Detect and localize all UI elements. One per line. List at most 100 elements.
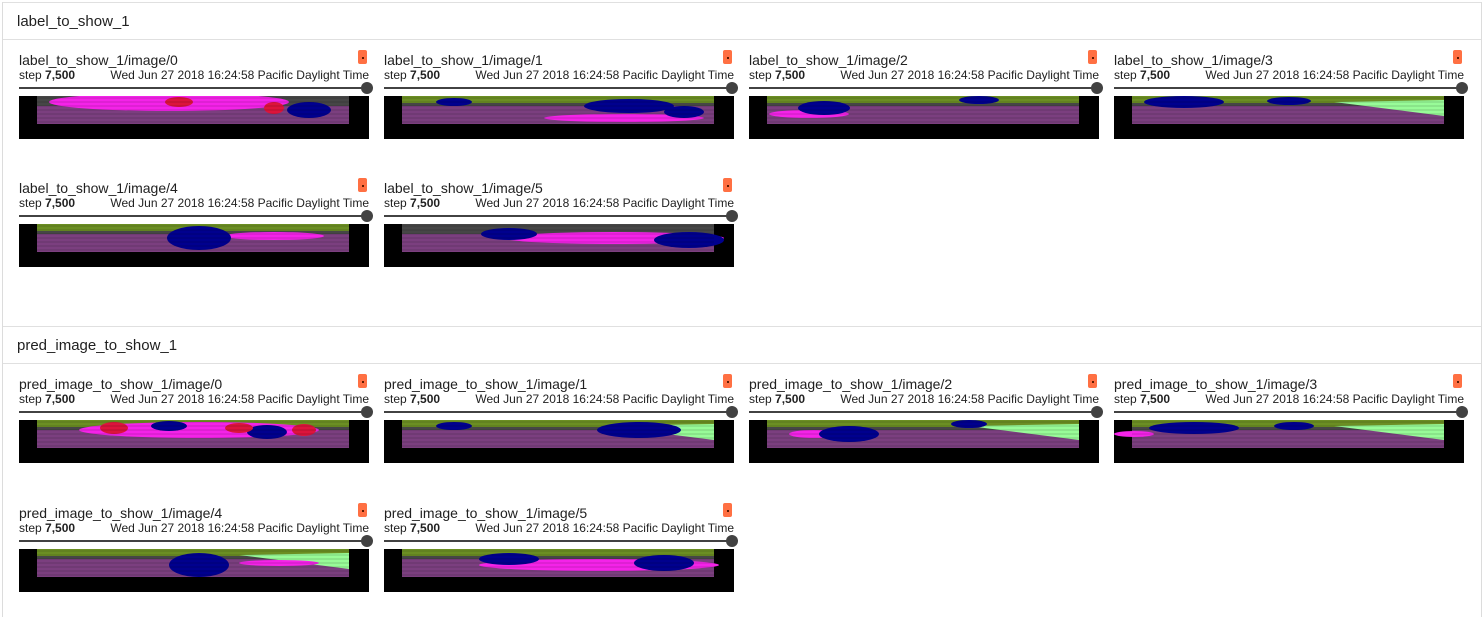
step-slider-knob[interactable] (1091, 406, 1103, 418)
image-card: pred_image_to_show_1/image/3 step 7,500 … (1113, 374, 1468, 496)
image-card: label_to_show_1/image/5 step 7,500 Wed J… (383, 178, 738, 300)
step-slider-track[interactable] (19, 411, 365, 413)
step-slider-knob[interactable] (1091, 82, 1103, 94)
step-info: step 7,500 (19, 521, 75, 535)
step-slider-track[interactable] (1114, 87, 1460, 89)
card-title: pred_image_to_show_1/image/3 (1114, 376, 1318, 392)
segmentation-image[interactable] (19, 96, 369, 139)
card-meta: step 7,500 Wed Jun 27 2018 16:24:58 Paci… (1114, 392, 1464, 406)
segmentation-image[interactable] (1114, 96, 1464, 139)
step-label: step (384, 68, 407, 82)
timestamp: Wed Jun 27 2018 16:24:58 Pacific Dayligh… (840, 68, 1099, 82)
segmentation-image[interactable] (19, 549, 369, 592)
step-value: 7,500 (410, 196, 441, 210)
card-title: pred_image_to_show_1/image/0 (19, 376, 223, 392)
section-header[interactable]: pred_image_to_show_1 (3, 326, 1481, 364)
step-info: step 7,500 (384, 68, 440, 82)
section-title: label_to_show_1 (17, 12, 130, 30)
step-value: 7,500 (45, 392, 76, 406)
step-info: step 7,500 (1114, 392, 1170, 406)
step-info: step 7,500 (384, 521, 440, 535)
step-slider-knob[interactable] (726, 210, 738, 222)
image-card: label_to_show_1/image/3 step 7,500 Wed J… (1113, 50, 1468, 172)
step-slider-track[interactable] (384, 215, 730, 217)
segmentation-image[interactable] (19, 224, 369, 267)
info-badge-icon[interactable] (1453, 50, 1462, 64)
segmentation-image[interactable] (749, 420, 1099, 463)
info-badge-icon[interactable] (723, 503, 732, 517)
step-slider-knob[interactable] (726, 82, 738, 94)
card-meta: step 7,500 Wed Jun 27 2018 16:24:58 Paci… (384, 392, 734, 406)
card-meta: step 7,500 Wed Jun 27 2018 16:24:58 Paci… (749, 68, 1099, 82)
info-badge-icon[interactable] (723, 50, 732, 64)
step-slider-knob[interactable] (726, 406, 738, 418)
step-value: 7,500 (775, 68, 806, 82)
step-slider-track[interactable] (749, 87, 1095, 89)
step-label: step (384, 196, 407, 210)
timestamp: Wed Jun 27 2018 16:24:58 Pacific Dayligh… (475, 521, 734, 535)
timestamp: Wed Jun 27 2018 16:24:58 Pacific Dayligh… (110, 68, 369, 82)
step-slider-knob[interactable] (361, 82, 373, 94)
step-slider-knob[interactable] (1456, 406, 1468, 418)
step-value: 7,500 (410, 68, 441, 82)
segmentation-image[interactable] (19, 420, 369, 463)
step-info: step 7,500 (749, 392, 805, 406)
step-info: step 7,500 (749, 68, 805, 82)
timestamp: Wed Jun 27 2018 16:24:58 Pacific Dayligh… (1205, 68, 1464, 82)
info-badge-icon[interactable] (723, 178, 732, 192)
step-slider-track[interactable] (1114, 411, 1460, 413)
info-badge-icon[interactable] (1453, 374, 1462, 388)
section-title: pred_image_to_show_1 (17, 336, 178, 354)
step-slider-knob[interactable] (726, 535, 738, 547)
segmentation-image[interactable] (384, 420, 734, 463)
card-meta: step 7,500 Wed Jun 27 2018 16:24:58 Paci… (1114, 68, 1464, 82)
card-title: label_to_show_1/image/2 (749, 52, 908, 68)
info-badge-icon[interactable] (358, 503, 367, 517)
step-label: step (749, 392, 772, 406)
step-value: 7,500 (410, 392, 441, 406)
info-badge-icon[interactable] (358, 50, 367, 64)
step-slider-track[interactable] (749, 411, 1095, 413)
card-meta: step 7,500 Wed Jun 27 2018 16:24:58 Paci… (19, 392, 369, 406)
step-info: step 7,500 (384, 392, 440, 406)
step-value: 7,500 (1140, 392, 1171, 406)
step-slider-track[interactable] (19, 215, 365, 217)
info-badge-icon[interactable] (723, 374, 732, 388)
step-value: 7,500 (1140, 68, 1171, 82)
card-title: pred_image_to_show_1/image/5 (384, 505, 588, 521)
step-slider-knob[interactable] (361, 406, 373, 418)
info-badge-icon[interactable] (358, 178, 367, 192)
section-header[interactable]: label_to_show_1 (3, 2, 1481, 40)
card-title: label_to_show_1/image/4 (19, 180, 178, 196)
info-badge-icon[interactable] (1088, 374, 1097, 388)
step-label: step (1114, 68, 1137, 82)
step-value: 7,500 (45, 68, 76, 82)
image-card: label_to_show_1/image/0 step 7,500 Wed J… (18, 50, 373, 172)
card-title: label_to_show_1/image/3 (1114, 52, 1273, 68)
image-card: label_to_show_1/image/1 step 7,500 Wed J… (383, 50, 738, 172)
step-label: step (19, 196, 42, 210)
image-card: pred_image_to_show_1/image/0 step 7,500 … (18, 374, 373, 496)
step-slider-track[interactable] (19, 87, 365, 89)
step-slider-track[interactable] (384, 411, 730, 413)
card-meta: step 7,500 Wed Jun 27 2018 16:24:58 Paci… (384, 68, 734, 82)
step-slider-knob[interactable] (1456, 82, 1468, 94)
step-slider-track[interactable] (19, 540, 365, 542)
step-slider-knob[interactable] (361, 535, 373, 547)
step-slider-knob[interactable] (361, 210, 373, 222)
step-value: 7,500 (410, 521, 441, 535)
step-slider-track[interactable] (384, 540, 730, 542)
card-title: pred_image_to_show_1/image/4 (19, 505, 223, 521)
image-card: pred_image_to_show_1/image/2 step 7,500 … (748, 374, 1103, 496)
info-badge-icon[interactable] (358, 374, 367, 388)
segmentation-image[interactable] (1114, 420, 1464, 463)
step-slider-track[interactable] (384, 87, 730, 89)
step-info: step 7,500 (1114, 68, 1170, 82)
segmentation-image[interactable] (384, 549, 734, 592)
segmentation-image[interactable] (384, 224, 734, 267)
image-card: label_to_show_1/image/4 step 7,500 Wed J… (18, 178, 373, 300)
card-title: pred_image_to_show_1/image/1 (384, 376, 588, 392)
segmentation-image[interactable] (384, 96, 734, 139)
info-badge-icon[interactable] (1088, 50, 1097, 64)
segmentation-image[interactable] (749, 96, 1099, 139)
